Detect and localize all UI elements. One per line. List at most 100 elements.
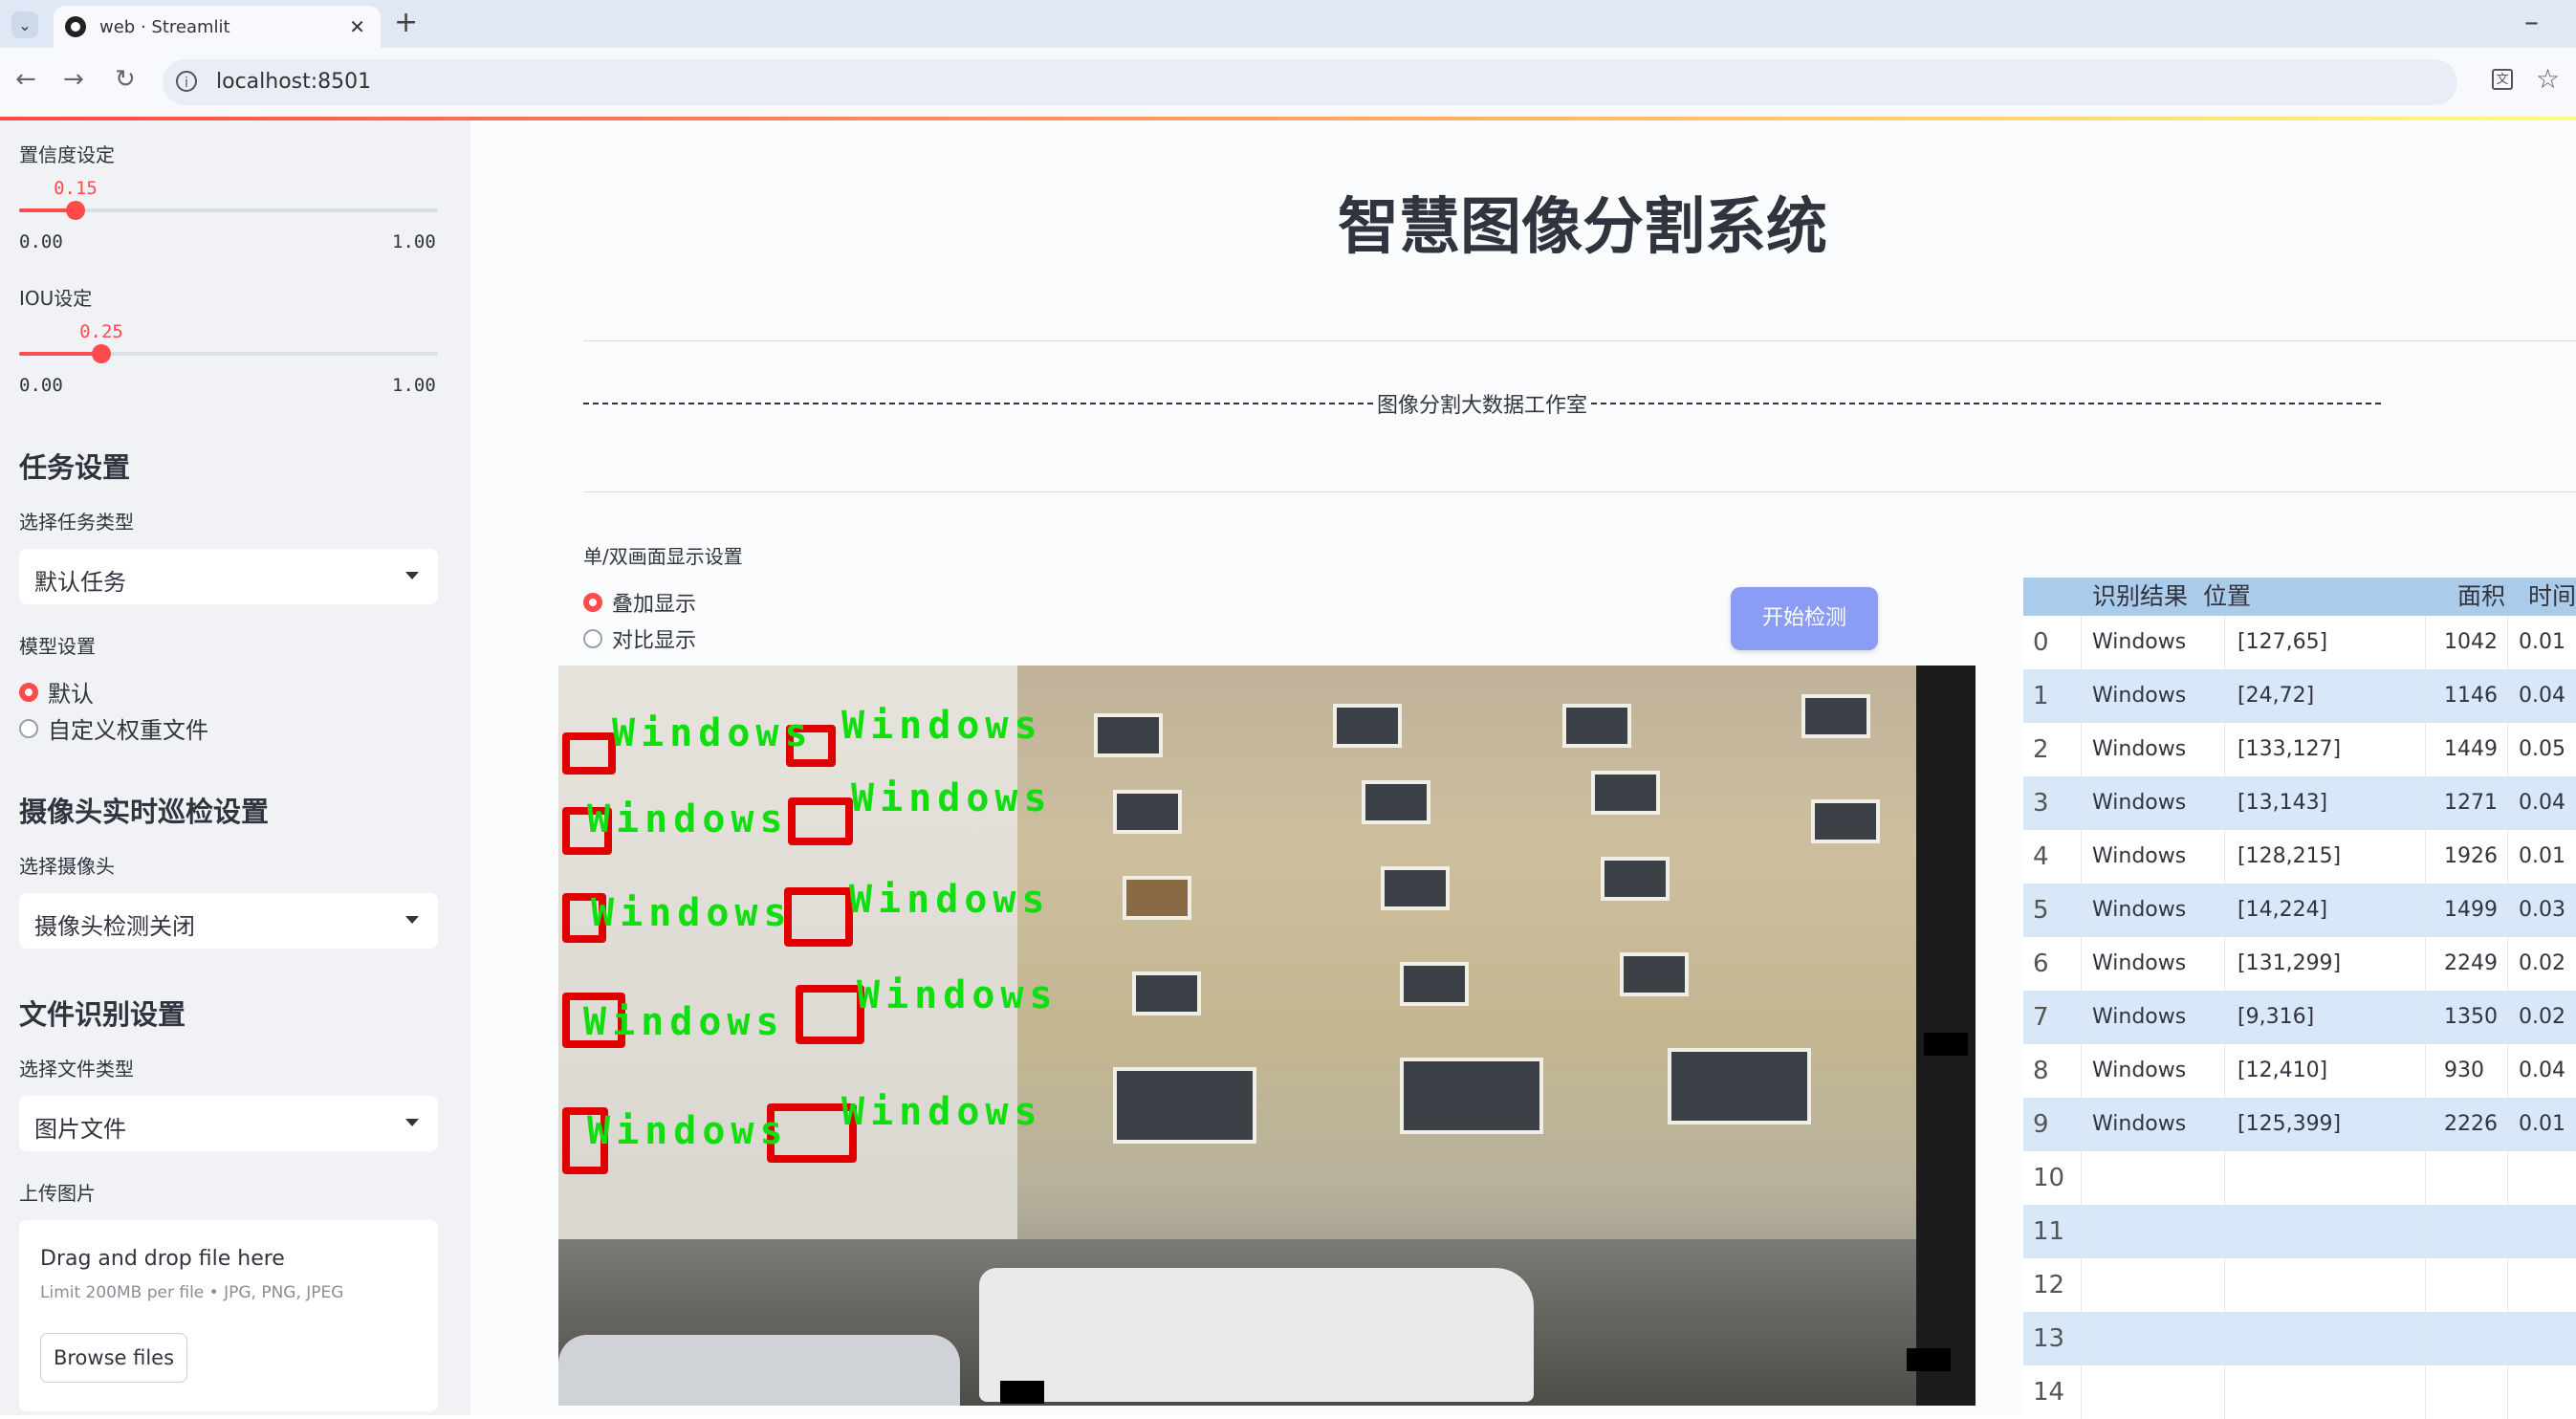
cell-pos: [127,65] [2238, 630, 2328, 654]
cell-area: 1271 [2444, 791, 2498, 815]
column-divider [2507, 830, 2508, 884]
camera-select[interactable]: 摄像头检测关闭 [19, 893, 438, 949]
cell-area: 2249 [2444, 951, 2498, 975]
cell-time: 0.04 [2519, 684, 2565, 708]
reload-icon[interactable]: ↻ [115, 65, 136, 94]
display-option-overlay[interactable]: 叠加显示 [583, 587, 696, 618]
cell-name: Windows [2092, 791, 2187, 815]
task-type-select[interactable]: 默认任务 [19, 549, 438, 604]
column-divider [2507, 1151, 2508, 1205]
column-divider [2224, 884, 2225, 937]
file-dropzone[interactable]: Drag and drop file here Limit 200MB per … [19, 1220, 438, 1411]
iou-slider-thumb[interactable] [92, 344, 111, 363]
column-divider [2425, 1365, 2426, 1419]
model-option-default[interactable]: 默认 [19, 675, 94, 709]
cell-area: 1449 [2444, 737, 2498, 761]
table-row[interactable]: 6 Windows [131,299] 2249 0.02 [2023, 937, 2576, 991]
chevron-down-icon [405, 1119, 419, 1126]
column-divider [2507, 1205, 2508, 1258]
forward-arrow-icon[interactable]: → [63, 65, 84, 94]
table-row[interactable]: 3 Windows [13,143] 1271 0.04 [2023, 776, 2576, 830]
cell-pos: [128,215] [2238, 844, 2342, 868]
main-content: 智慧图像分割系统 图像分割大数据工作室 单/双画面显示设置 叠加显示 对比显示 … [470, 120, 2576, 1419]
column-divider [2224, 1044, 2225, 1098]
translate-icon[interactable]: 文 [2492, 69, 2513, 90]
detection-box [788, 797, 853, 845]
building-window [1400, 962, 1469, 1006]
display-option-compare[interactable]: 对比显示 [583, 623, 696, 654]
column-divider [2507, 1365, 2508, 1419]
table-row[interactable]: 13 [2023, 1312, 2576, 1365]
detection-box [784, 887, 853, 947]
table-row[interactable]: 9 Windows [125,399] 2226 0.01 [2023, 1098, 2576, 1151]
file-type-value: 图片文件 [34, 1116, 126, 1143]
table-row[interactable]: 11 [2023, 1205, 2576, 1258]
model-option-custom[interactable]: 自定义权重文件 [19, 711, 208, 745]
header-time[interactable]: 时间 [2528, 578, 2576, 616]
column-divider [2224, 830, 2225, 884]
cell-name: Windows [2092, 737, 2187, 761]
confidence-slider-thumb[interactable] [66, 201, 85, 220]
column-divider [2507, 776, 2508, 830]
file-type-select[interactable]: 图片文件 [19, 1096, 438, 1151]
cell-area: 1042 [2444, 630, 2498, 654]
radio-selected-icon[interactable] [19, 682, 38, 702]
table-row[interactable]: 7 Windows [9,316] 1350 0.02 [2023, 991, 2576, 1044]
table-row[interactable]: 8 Windows [12,410] 930 0.04 [2023, 1044, 2576, 1098]
table-row[interactable]: 12 [2023, 1258, 2576, 1312]
browser-tab[interactable]: web · Streamlit ✕ [54, 6, 381, 48]
close-icon[interactable]: ✕ [349, 15, 365, 38]
cell-name [2092, 1258, 2216, 1312]
building-window [1668, 1048, 1811, 1124]
column-divider [2425, 1098, 2426, 1151]
browse-files-button[interactable]: Browse files [40, 1333, 187, 1383]
header-position[interactable]: 位置 [2203, 578, 2375, 616]
back-arrow-icon[interactable]: ← [15, 65, 36, 94]
start-detection-button[interactable]: 开始检测 [1731, 587, 1878, 650]
cell-idx: 6 [2033, 950, 2049, 978]
table-row[interactable]: 1 Windows [24,72] 1146 0.04 [2023, 669, 2576, 723]
site-info-icon[interactable]: i [176, 71, 197, 92]
table-row[interactable]: 5 Windows [14,224] 1499 0.03 [2023, 884, 2576, 937]
radio-unselected-icon[interactable] [583, 629, 602, 648]
table-row[interactable]: 14 [2023, 1365, 2576, 1419]
column-divider [2425, 1044, 2426, 1098]
cell-pos [2238, 1258, 2410, 1312]
radio-selected-icon[interactable] [583, 593, 602, 612]
column-divider [2081, 723, 2082, 776]
table-row[interactable]: 10 [2023, 1151, 2576, 1205]
cell-time [2519, 1365, 2576, 1419]
tab-search-chevron-icon[interactable]: ⌄ [11, 11, 38, 38]
black-marker [1907, 1348, 1951, 1371]
task-type-value: 默认任务 [34, 569, 126, 596]
radio-unselected-icon[interactable] [19, 718, 38, 738]
cell-time [2519, 1312, 2576, 1365]
iou-slider[interactable]: 0.25 [19, 321, 438, 363]
column-divider [2081, 830, 2082, 884]
table-row[interactable]: 2 Windows [133,127] 1449 0.05 [2023, 723, 2576, 776]
column-divider [2425, 884, 2426, 937]
table-row[interactable]: 0 Windows [127,65] 1042 0.01 [2023, 616, 2576, 669]
bookmark-star-icon[interactable]: ☆ [2536, 63, 2560, 95]
column-divider [2224, 616, 2225, 669]
url-field[interactable]: i localhost:8501 [163, 59, 2457, 105]
column-divider [2425, 723, 2426, 776]
new-tab-plus-icon[interactable]: + [394, 6, 418, 39]
header-area[interactable]: 面积 [2457, 578, 2534, 616]
table-row[interactable]: 4 Windows [128,215] 1926 0.01 [2023, 830, 2576, 884]
detection-label: Windows [612, 711, 814, 755]
confidence-slider[interactable]: 0.15 [19, 178, 438, 220]
detection-label: Windows [857, 973, 1059, 1017]
cell-time [2519, 1151, 2576, 1205]
column-divider [2224, 991, 2225, 1044]
building-window [1801, 694, 1870, 738]
cell-time: 0.01 [2519, 1112, 2565, 1136]
cell-area: 1499 [2444, 898, 2498, 922]
cell-area [2444, 1151, 2521, 1205]
dropzone-title: Drag and drop file here [40, 1247, 285, 1271]
header-result[interactable]: 识别结果 [2092, 578, 2216, 616]
dropzone-limit: Limit 200MB per file • JPG, PNG, JPEG [40, 1283, 344, 1302]
cell-time: 0.02 [2519, 1005, 2565, 1029]
minimize-icon[interactable]: – [2524, 6, 2539, 39]
cell-area: 2226 [2444, 1112, 2498, 1136]
